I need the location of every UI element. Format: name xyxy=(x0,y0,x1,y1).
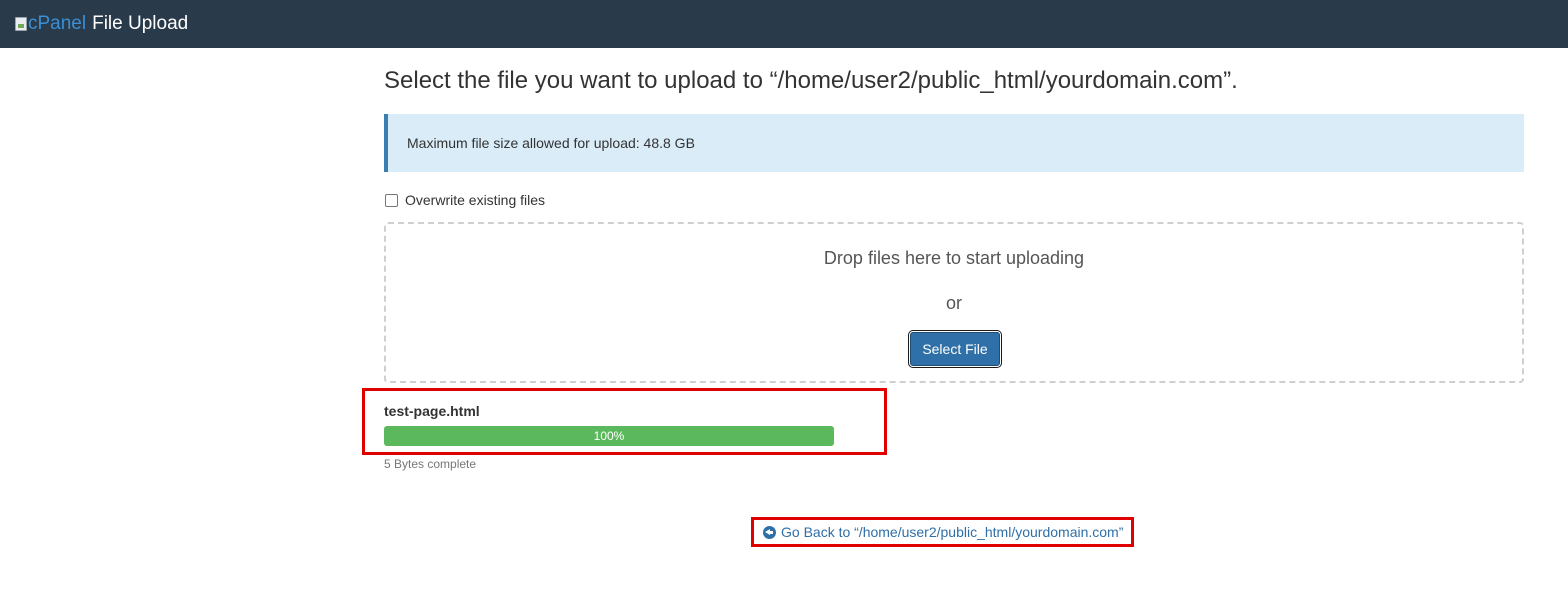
overwrite-option[interactable]: Overwrite existing files xyxy=(384,192,545,208)
drop-instruction: Drop files here to start uploading xyxy=(823,248,1085,268)
go-back-link[interactable]: Go Back to “/home/user2/public_html/your… xyxy=(751,517,1135,547)
select-file-button[interactable]: Select File xyxy=(908,330,1002,368)
logo-alt-text: cPanel xyxy=(28,13,87,34)
upload-progress-item: test-page.html 100% xyxy=(362,388,887,455)
upload-progress-bar: 100% xyxy=(384,426,834,446)
app-title: File Upload xyxy=(92,13,189,34)
brand: cPanel File Upload xyxy=(15,13,188,35)
uploaded-file-name: test-page.html xyxy=(384,403,480,419)
or-separator: or xyxy=(945,293,962,313)
top-navbar: cPanel File Upload xyxy=(0,0,1568,48)
go-back-label: Go Back to “/home/user2/public_html/your… xyxy=(781,524,1124,540)
file-dropzone[interactable]: Drop files here to start uploading or Se… xyxy=(384,222,1524,383)
upload-status: 5 Bytes complete xyxy=(384,457,477,471)
overwrite-checkbox[interactable] xyxy=(385,193,398,207)
overwrite-label: Overwrite existing files xyxy=(405,192,546,208)
broken-image-icon xyxy=(15,17,27,31)
cpanel-logo[interactable]: cPanel xyxy=(15,13,86,35)
page-title: Select the file you want to upload to “/… xyxy=(384,67,1238,94)
max-size-text: Maximum file size allowed for upload: 48… xyxy=(407,135,695,151)
circle-arrow-left-icon xyxy=(763,525,776,539)
progress-fill: 100% xyxy=(384,426,834,446)
max-size-alert: Maximum file size allowed for upload: 48… xyxy=(384,114,1524,172)
